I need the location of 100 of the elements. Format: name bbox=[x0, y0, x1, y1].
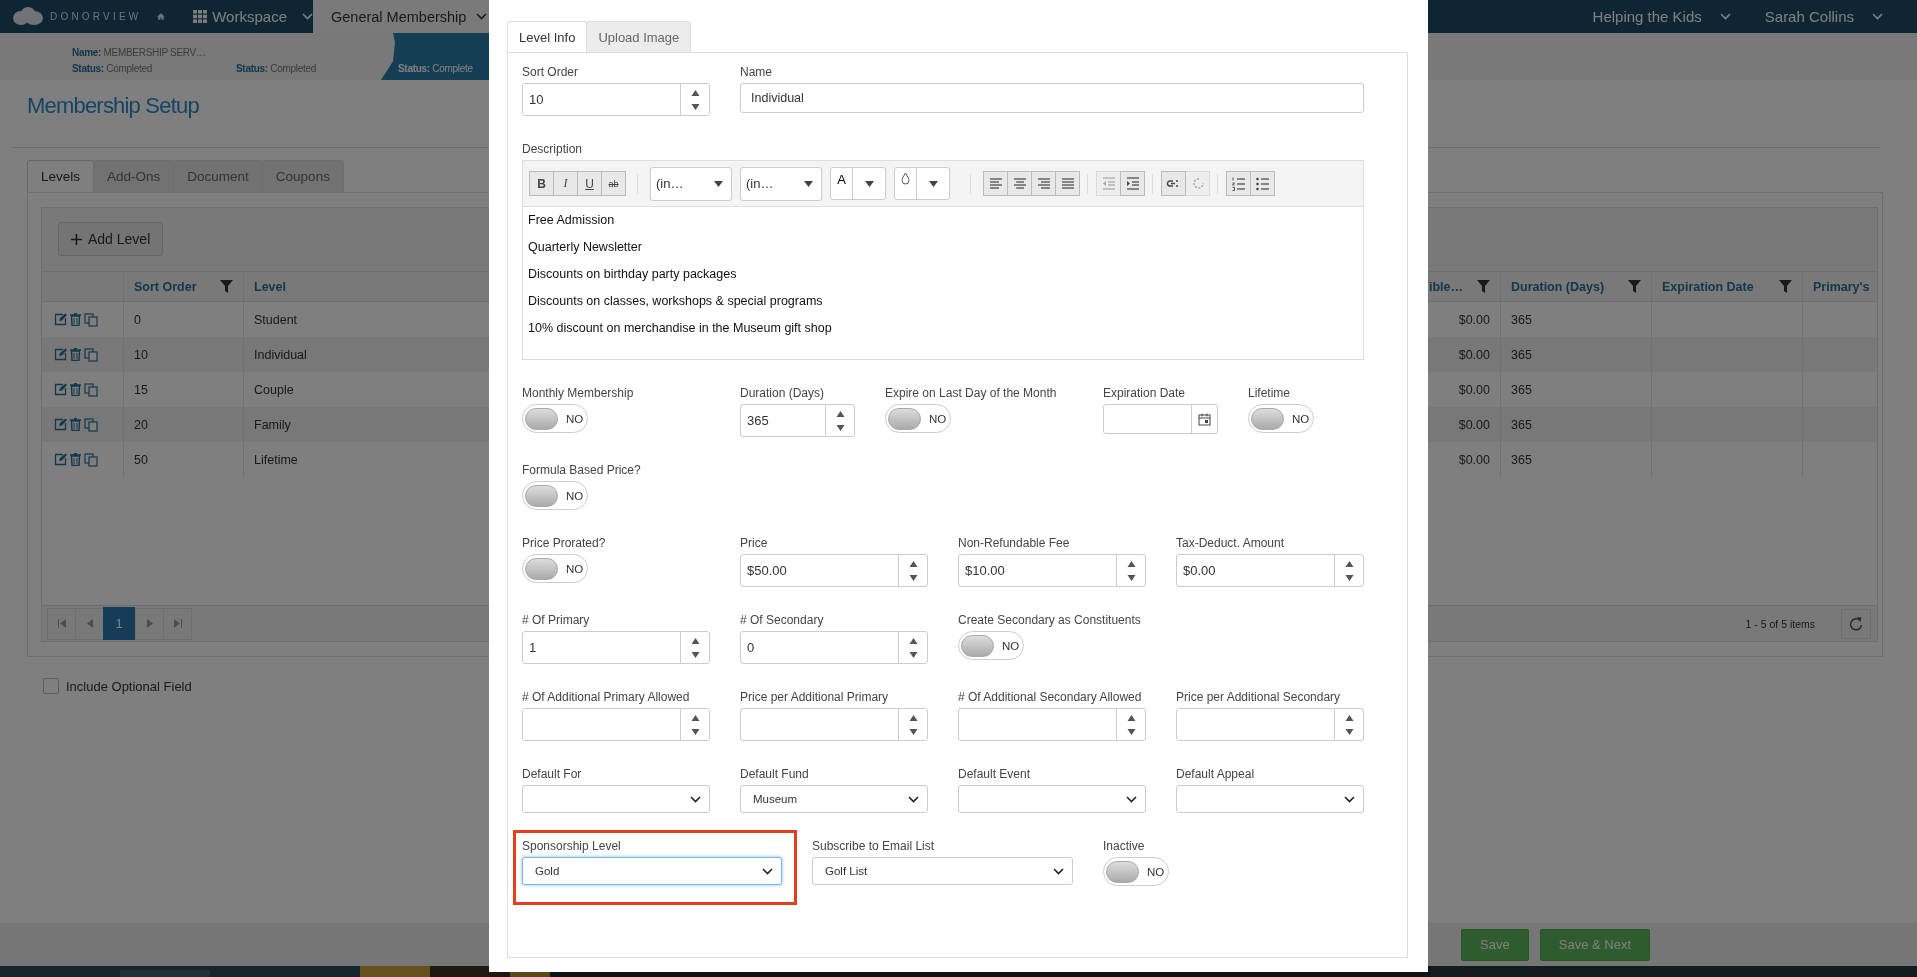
select-field[interactable] bbox=[958, 785, 1146, 813]
font-dropdown[interactable]: (in… bbox=[650, 166, 732, 201]
filter-icon[interactable] bbox=[1628, 280, 1641, 293]
number-field[interactable] bbox=[740, 708, 928, 741]
toggle-switch[interactable]: NO bbox=[1103, 857, 1169, 886]
text-field[interactable]: Individual bbox=[740, 83, 1364, 113]
tab[interactable]: Levels bbox=[27, 160, 95, 192]
date-field[interactable] bbox=[1103, 404, 1218, 434]
number-field[interactable]: 0 bbox=[740, 631, 928, 664]
table-cell: 365 bbox=[1500, 407, 1651, 442]
filter-icon[interactable] bbox=[1477, 280, 1490, 293]
refresh-button[interactable] bbox=[1841, 608, 1871, 639]
number-field[interactable] bbox=[958, 708, 1146, 741]
number-field[interactable]: $0.00 bbox=[1176, 554, 1364, 587]
number-field[interactable]: 365 bbox=[740, 404, 855, 437]
toggle-switch[interactable]: NO bbox=[958, 631, 1024, 660]
field-label: Non-Refundable Fee bbox=[958, 536, 1071, 550]
workspace-menu[interactable]: Workspace bbox=[193, 8, 313, 25]
align-right-button[interactable] bbox=[1031, 171, 1056, 196]
select-field[interactable]: Gold bbox=[522, 857, 782, 885]
indent-icon bbox=[1124, 175, 1141, 192]
font-dropdown[interactable]: (in… bbox=[740, 166, 822, 201]
tab[interactable]: Upload Image bbox=[586, 21, 692, 52]
indent-button[interactable] bbox=[1120, 171, 1145, 196]
edit-icon[interactable] bbox=[54, 348, 67, 361]
trash-icon[interactable] bbox=[70, 453, 81, 466]
home-icon[interactable] bbox=[157, 11, 166, 22]
field-label: Price Prorated? bbox=[522, 536, 607, 550]
logo-icon bbox=[12, 7, 44, 26]
number-field[interactable] bbox=[1176, 708, 1364, 741]
module-menu[interactable]: General Membership bbox=[313, 0, 489, 33]
toggle-switch[interactable]: NO bbox=[885, 404, 951, 433]
toggle-switch[interactable]: NO bbox=[522, 554, 588, 583]
align-left-icon bbox=[987, 175, 1004, 192]
number-field[interactable]: $10.00 bbox=[958, 554, 1146, 587]
checkbox-label: Include Optional Field bbox=[66, 678, 192, 694]
select-field[interactable] bbox=[1176, 785, 1364, 813]
copy-icon[interactable] bbox=[84, 382, 98, 397]
field-label: Inactive bbox=[1103, 839, 1146, 853]
previous-page-button[interactable] bbox=[75, 607, 104, 640]
bullet-list-button[interactable] bbox=[1250, 171, 1275, 196]
select-field[interactable] bbox=[522, 785, 710, 813]
filter-icon[interactable] bbox=[1779, 280, 1792, 293]
strikethrough-button[interactable]: ab bbox=[601, 171, 626, 196]
numbered-list-button[interactable] bbox=[1226, 171, 1251, 196]
organization-menu[interactable]: Helping the Kids bbox=[1592, 8, 1731, 25]
step-status: Status: Completed bbox=[236, 62, 316, 76]
edit-icon[interactable] bbox=[54, 418, 67, 431]
items-summary: 1 - 5 of 5 items bbox=[1745, 617, 1815, 630]
field-label: Default Appeal bbox=[1176, 767, 1256, 781]
calendar-icon[interactable] bbox=[1198, 412, 1211, 426]
filter-icon[interactable] bbox=[220, 280, 233, 293]
bold-button[interactable]: B bbox=[529, 171, 554, 196]
refresh-icon bbox=[1849, 616, 1863, 631]
field-label: Price per Additional Primary bbox=[740, 690, 890, 704]
trash-icon[interactable] bbox=[70, 348, 81, 361]
checkbox[interactable] bbox=[43, 678, 59, 694]
trash-icon[interactable] bbox=[70, 383, 81, 396]
step-status: Status: Completed bbox=[72, 62, 152, 76]
user-menu[interactable]: Sarah Collins bbox=[1764, 8, 1883, 25]
tab[interactable]: Level Info bbox=[507, 21, 588, 52]
field-label: Price bbox=[740, 536, 769, 550]
number-field[interactable] bbox=[522, 708, 710, 741]
last-page-button[interactable] bbox=[163, 607, 192, 640]
number-field[interactable]: 1 bbox=[522, 631, 710, 664]
copy-icon[interactable] bbox=[84, 347, 98, 362]
first-page-button[interactable] bbox=[47, 607, 76, 640]
edit-icon[interactable] bbox=[54, 313, 67, 326]
select-field[interactable]: Golf List bbox=[812, 857, 1073, 885]
justify-button[interactable] bbox=[1055, 171, 1080, 196]
toggle-switch[interactable]: NO bbox=[522, 404, 588, 433]
next-page-button[interactable] bbox=[135, 607, 164, 640]
select-field[interactable]: Museum bbox=[740, 785, 928, 813]
table-cell: 50 bbox=[123, 442, 243, 477]
edit-icon[interactable] bbox=[54, 383, 67, 396]
copy-icon[interactable] bbox=[84, 417, 98, 432]
text-color-dropdown[interactable]: A bbox=[830, 167, 886, 200]
brand-name: DONORVIEW bbox=[50, 11, 142, 22]
field-label: Sort Order bbox=[522, 65, 579, 79]
edit-icon[interactable] bbox=[54, 453, 67, 466]
toggle-switch[interactable]: NO bbox=[522, 481, 588, 510]
add-level-button[interactable]: Add Level bbox=[58, 222, 164, 256]
number-field[interactable]: $50.00 bbox=[740, 554, 928, 587]
field-label: # Of Primary bbox=[522, 613, 591, 627]
table-cell: 10 bbox=[123, 337, 243, 372]
number-field[interactable]: 10 bbox=[522, 83, 710, 116]
align-left-button[interactable] bbox=[983, 171, 1008, 196]
italic-button[interactable]: I bbox=[553, 171, 578, 196]
chevron-down-icon bbox=[690, 795, 701, 803]
trash-icon[interactable] bbox=[70, 418, 81, 431]
copy-icon[interactable] bbox=[84, 312, 98, 327]
fill-color-dropdown[interactable] bbox=[894, 167, 950, 200]
plus-icon bbox=[71, 233, 82, 245]
copy-icon[interactable] bbox=[84, 452, 98, 467]
table-cell: 365 bbox=[1500, 442, 1651, 477]
align-center-button[interactable] bbox=[1007, 171, 1032, 196]
underline-button[interactable]: U bbox=[577, 171, 602, 196]
link-button[interactable] bbox=[1161, 171, 1186, 196]
trash-icon[interactable] bbox=[70, 313, 81, 326]
toggle-switch[interactable]: NO bbox=[1248, 404, 1314, 433]
